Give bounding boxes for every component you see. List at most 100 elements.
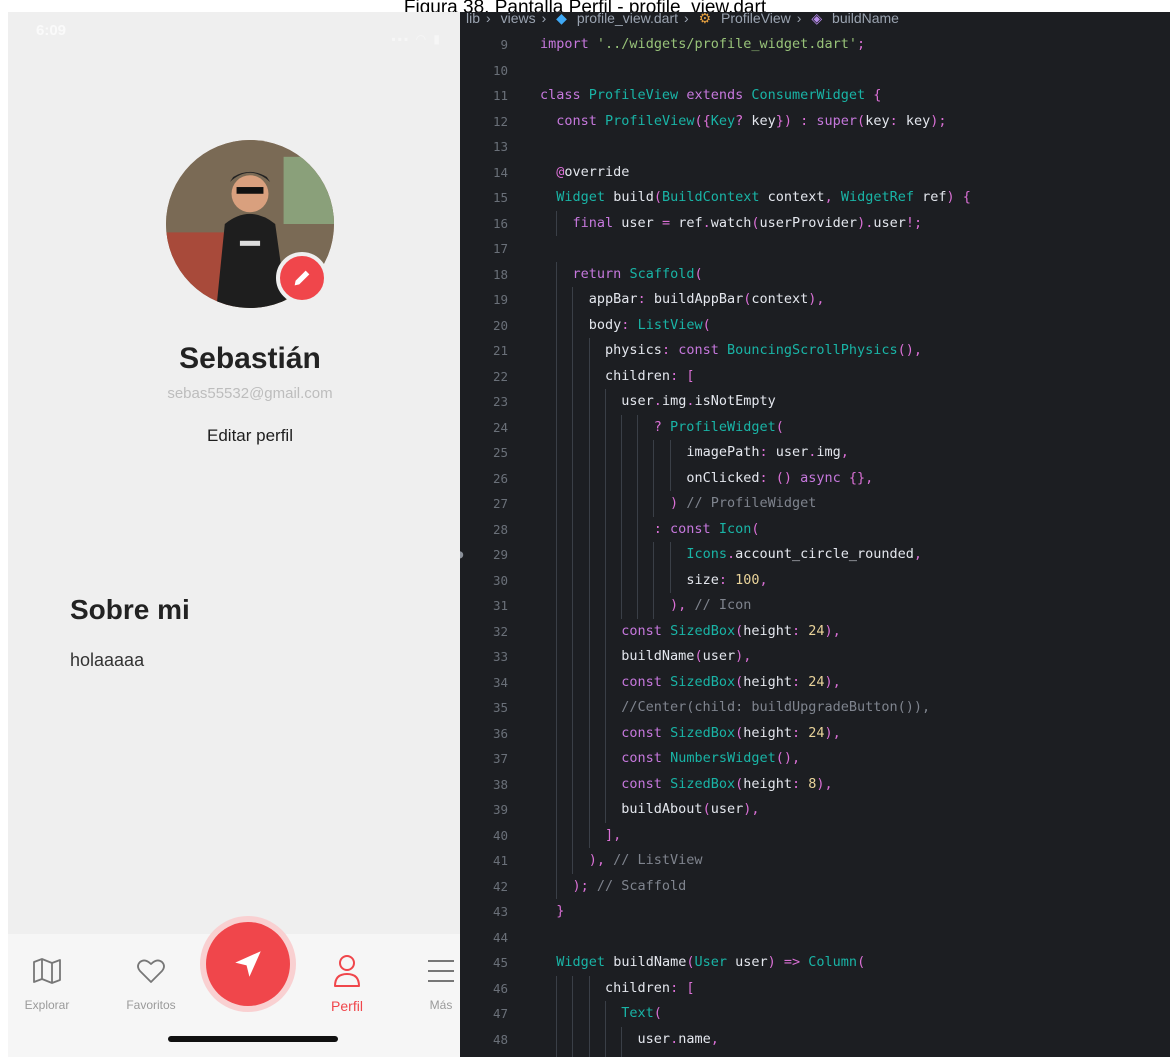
code-line[interactable]: 9 import '../widgets/profile_widget.dart'… xyxy=(460,32,1170,58)
edit-avatar-button[interactable] xyxy=(276,252,328,304)
breakpoint-marker-icon[interactable]: ● xyxy=(460,542,463,568)
code-line[interactable]: 32 const SizedBox(height: 24), xyxy=(460,618,1170,644)
code-line[interactable]: 43 } xyxy=(460,899,1170,925)
code-line[interactable]: 14 @override xyxy=(460,160,1170,186)
line-number: 24 xyxy=(492,419,508,435)
code-line[interactable]: 18 return Scaffold( xyxy=(460,261,1170,287)
code-line[interactable]: 44 xyxy=(460,925,1170,951)
code-text: Widget buildName(User user) => Column( xyxy=(556,954,866,970)
line-number: 27 xyxy=(492,496,508,511)
code-line[interactable]: 34 const SizedBox(height: 24), xyxy=(460,669,1170,695)
method-icon: ◈ xyxy=(811,12,823,26)
line-number: 9 xyxy=(500,37,508,52)
line-number: 15 xyxy=(492,190,508,205)
code-text: onClicked: () async {}, xyxy=(686,469,874,486)
line-number: 46 xyxy=(492,980,508,996)
edit-profile-link[interactable]: Editar perfil xyxy=(8,426,460,446)
breadcrumb-item[interactable]: buildName xyxy=(832,12,899,26)
line-number: 40 xyxy=(492,827,508,843)
code-text: Text( xyxy=(621,1005,662,1021)
code-line[interactable]: 30 size: 100, xyxy=(460,567,1170,593)
breadcrumb-item[interactable]: profile_view.dart xyxy=(577,12,678,26)
code-line[interactable]: 48 user.name, xyxy=(460,1026,1170,1052)
line-number: 34 xyxy=(492,674,508,690)
code-line[interactable]: 37 const NumbersWidget(), xyxy=(460,746,1170,772)
code-text: @override xyxy=(540,163,630,180)
code-line[interactable]: 31 ), // Icon xyxy=(460,593,1170,619)
code-line[interactable]: 40 ], xyxy=(460,822,1170,848)
code-text: import '../widgets/profile_widget.dart'; xyxy=(540,36,866,52)
code-line[interactable]: 21 physics: const BouncingScrollPhysics(… xyxy=(460,338,1170,364)
code-line[interactable]: 17 xyxy=(460,236,1170,262)
code-line[interactable]: 38 const SizedBox(height: 8), xyxy=(460,771,1170,797)
code-text: : const Icon( xyxy=(540,520,760,537)
code-line[interactable]: 41 ), // ListView xyxy=(460,848,1170,874)
navigate-fab-button[interactable] xyxy=(206,922,290,1006)
code-line[interactable]: 10 xyxy=(460,58,1170,84)
code-line[interactable]: 49 style: const TextStyle(fontWeight: Fo… xyxy=(460,1052,1170,1057)
nav-item-favoritos[interactable]: Favoritos xyxy=(106,954,196,1012)
code-text: final user = ref.watch(userProvider).use… xyxy=(572,214,923,231)
code-text: Widget build(BuildContext context, Widge… xyxy=(556,189,971,205)
code-line[interactable]: 46 children: [ xyxy=(460,975,1170,1001)
status-icons: ▪▪▪ ◠ ▮ xyxy=(391,32,442,46)
code-line[interactable]: 42 ); // Scaffold xyxy=(460,873,1170,899)
code-line[interactable]: 27 ) // ProfileWidget xyxy=(460,491,1170,517)
code-line[interactable]: 23 user.img.isNotEmpty xyxy=(460,389,1170,415)
line-number: 38 xyxy=(492,776,508,792)
breadcrumb-item[interactable]: lib xyxy=(466,12,480,26)
code-text: const SizedBox(height: 24), xyxy=(621,724,841,741)
line-number: 43 xyxy=(492,904,508,919)
code-text: const SizedBox(height: 24), xyxy=(621,673,841,690)
code-line[interactable]: 13 xyxy=(460,134,1170,160)
code-line[interactable]: 11 class ProfileView extends ConsumerWidg… xyxy=(460,83,1170,109)
code-line[interactable]: 36 const SizedBox(height: 24), xyxy=(460,720,1170,746)
dart-file-icon: ◆ xyxy=(556,12,567,26)
code-line[interactable]: 35 //Center(child: buildUpgradeButton())… xyxy=(460,695,1170,721)
code-line[interactable]: 16 final user = ref.watch(userProvider).… xyxy=(460,210,1170,236)
line-number: 11 xyxy=(492,88,508,103)
code-line[interactable]: 12 const ProfileView({Key? key}) : super… xyxy=(460,109,1170,135)
pencil-icon xyxy=(294,270,310,286)
code-line[interactable]: 25 imagePath: user.img, xyxy=(460,440,1170,466)
line-number: 20 xyxy=(492,317,508,333)
nav-item-explorar[interactable]: Explorar xyxy=(8,954,92,1012)
code-text: const NumbersWidget(), xyxy=(621,750,801,766)
line-number: 39 xyxy=(492,802,508,817)
code-text: } xyxy=(540,903,565,919)
line-number: 10 xyxy=(492,62,508,78)
code-line[interactable]: 26 onClicked: () async {}, xyxy=(460,465,1170,491)
nav-item-mas[interactable]: Más xyxy=(396,954,460,1012)
code-text: body: ListView( xyxy=(588,316,711,333)
code-text: style: const TextStyle(fontWeight: FontW… xyxy=(540,1052,1053,1057)
code-line[interactable]: 47 Text( xyxy=(460,1001,1170,1027)
line-number: 22 xyxy=(492,368,508,384)
code-line[interactable]: 28 : const Icon( xyxy=(460,516,1170,542)
code-text: appBar: buildAppBar(context), xyxy=(588,291,825,307)
code-line[interactable]: 20 body: ListView( xyxy=(460,312,1170,338)
code-line[interactable]: 29 ● Icons.account_circle_rounded, xyxy=(460,542,1170,568)
breadcrumb-item[interactable]: ProfileView xyxy=(721,12,791,26)
code-text: return Scaffold( xyxy=(572,265,703,282)
map-icon xyxy=(33,958,61,984)
code-text: size: 100, xyxy=(686,571,768,588)
code-line[interactable]: 22 children: [ xyxy=(460,363,1170,389)
code-text: children: [ xyxy=(605,979,695,996)
nav-item-perfil[interactable]: Perfil xyxy=(302,954,392,1014)
code-text: physics: const BouncingScrollPhysics(), xyxy=(605,342,923,358)
line-number: 16 xyxy=(492,215,508,231)
code-text: user.img.isNotEmpty xyxy=(621,393,776,409)
code-line[interactable]: 33 buildName(user), xyxy=(460,644,1170,670)
code-line[interactable]: 15 Widget build(BuildContext context, Wi… xyxy=(460,185,1170,211)
code-lines[interactable]: 9 import '../widgets/profile_widget.dart'… xyxy=(460,32,1170,1057)
line-number: 18 xyxy=(492,266,508,282)
code-line[interactable]: 39 buildAbout(user), xyxy=(460,797,1170,823)
line-number: 13 xyxy=(492,139,508,154)
line-number: 30 xyxy=(492,572,508,588)
profile-name: Sebastián xyxy=(179,342,321,375)
breadcrumb-item[interactable]: views xyxy=(501,12,536,26)
code-line[interactable]: 45 Widget buildName(User user) => Column… xyxy=(460,950,1170,976)
menu-icon xyxy=(428,960,454,982)
code-line[interactable]: 19 appBar: buildAppBar(context), xyxy=(460,287,1170,313)
code-line[interactable]: 24 ? ProfileWidget( xyxy=(460,414,1170,440)
